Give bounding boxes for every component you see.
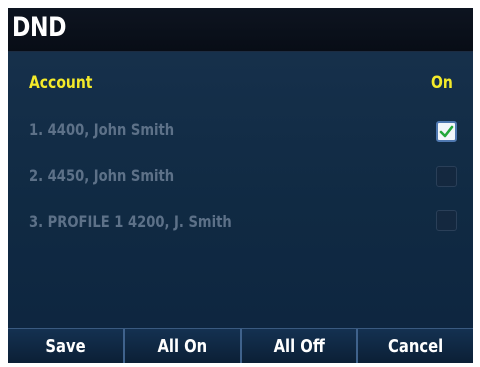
dnd-checkbox-account-1[interactable] bbox=[436, 121, 457, 142]
all-on-button[interactable]: All On bbox=[124, 329, 242, 363]
title-bar: DND bbox=[8, 8, 473, 52]
softkey-bar: Save All On All Off Cancel bbox=[8, 328, 473, 363]
account-row-label[interactable]: 2. 4450, John Smith bbox=[29, 166, 174, 185]
cancel-button[interactable]: Cancel bbox=[358, 329, 473, 363]
all-on-button-label: All On bbox=[157, 336, 207, 357]
account-row-label[interactable]: 3. PROFILE 1 4200, J. Smith bbox=[29, 212, 232, 231]
save-button-label: Save bbox=[45, 336, 86, 357]
all-off-button[interactable]: All Off bbox=[241, 329, 359, 363]
all-off-button-label: All Off bbox=[273, 336, 325, 357]
cancel-button-label: Cancel bbox=[388, 336, 444, 357]
page-title: DND bbox=[12, 12, 67, 43]
column-header-account: Account bbox=[29, 73, 93, 93]
account-row-label[interactable]: 1. 4400, John Smith bbox=[29, 120, 174, 139]
dnd-checkbox-account-2[interactable] bbox=[436, 166, 457, 187]
check-mark-icon bbox=[439, 125, 454, 138]
save-button[interactable]: Save bbox=[8, 329, 125, 363]
column-header-on: On bbox=[431, 73, 453, 93]
account-list: Account On 1. 4400, John Smith 2. 4450, … bbox=[8, 52, 473, 328]
dnd-checkbox-account-3[interactable] bbox=[436, 210, 457, 231]
phone-screen: DND Account On 1. 4400, John Smith 2. 44… bbox=[8, 8, 473, 363]
